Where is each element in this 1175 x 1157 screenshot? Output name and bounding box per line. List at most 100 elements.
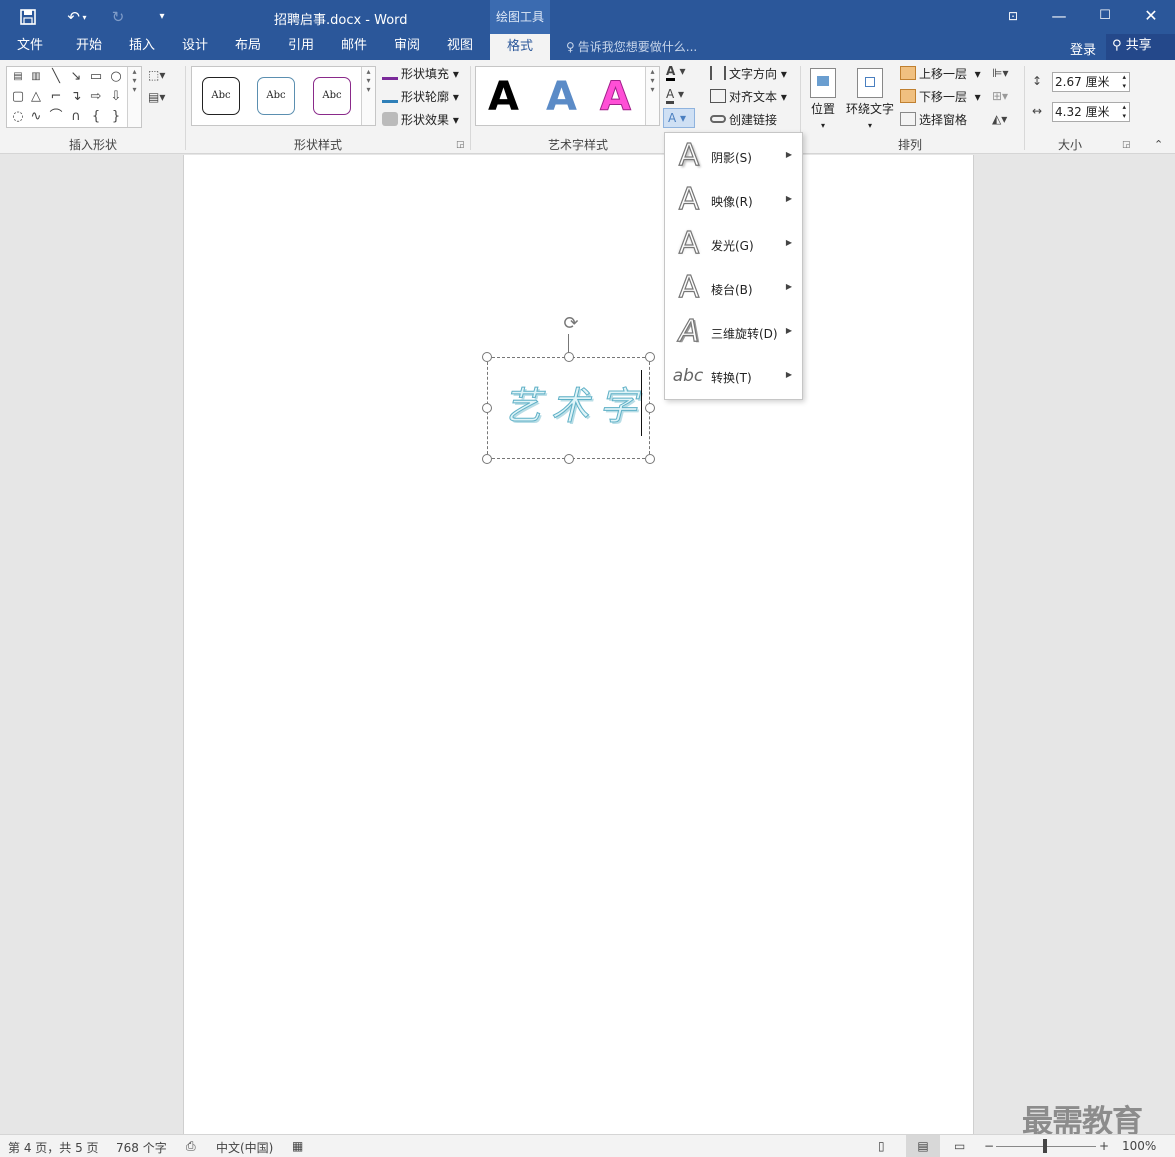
- wordart-styles-scroll[interactable]: ▴ ▾ ▾: [645, 67, 659, 125]
- oval-shape-icon[interactable]: ○: [107, 68, 125, 86]
- tab-layout[interactable]: 布局: [224, 34, 272, 60]
- maximize-icon[interactable]: ☐: [1082, 0, 1128, 34]
- close-icon[interactable]: ✕: [1128, 0, 1174, 34]
- resize-handle-top-right[interactable]: [645, 352, 655, 362]
- tab-references[interactable]: 引用: [276, 34, 326, 60]
- shape-height-input[interactable]: 2.67 厘米 ▴ ▾: [1052, 72, 1130, 92]
- scribble-shape-icon[interactable]: ∿: [27, 108, 45, 126]
- position-button[interactable]: 位置 ▾: [806, 68, 840, 131]
- zoom-out-icon[interactable]: −: [984, 1139, 994, 1153]
- wordart-styles-gallery[interactable]: A A A ▴ ▾ ▾: [475, 66, 660, 126]
- vertical-textbox-shape-icon[interactable]: ▥: [27, 68, 45, 86]
- undo-icon[interactable]: ↶ ▾: [60, 6, 94, 28]
- zoom-in-icon[interactable]: +: [1099, 1139, 1109, 1153]
- draw-textbox-icon[interactable]: ▤▾: [148, 90, 165, 104]
- redo-icon[interactable]: ↻: [108, 6, 128, 28]
- collapse-ribbon-icon[interactable]: ⌃: [1154, 138, 1163, 151]
- menu-item-bevel[interactable]: A 棱台(B) ▶: [665, 267, 802, 311]
- shape-width-input[interactable]: 4.32 厘米 ▴ ▾: [1052, 102, 1130, 122]
- document-page[interactable]: [183, 155, 974, 1134]
- text-effects-icon[interactable]: A ▾: [663, 108, 695, 128]
- elbow-arrow-shape-icon[interactable]: ↴: [67, 88, 85, 106]
- word-count[interactable]: 768 个字: [116, 1139, 167, 1156]
- resize-handle-bottom[interactable]: [564, 454, 574, 464]
- tab-review[interactable]: 审阅: [382, 34, 432, 60]
- elbow-connector-shape-icon[interactable]: ⌐: [47, 88, 65, 106]
- wordart-text[interactable]: 艺术字: [502, 375, 647, 430]
- edit-shape-icon[interactable]: ⬚▾: [148, 68, 165, 82]
- share-button[interactable]: ⚲ 共享: [1106, 34, 1175, 60]
- tell-me-box[interactable]: ♀ 告诉我您想要做什么...: [566, 38, 697, 58]
- curve-shape-icon[interactable]: ∩: [67, 108, 85, 126]
- wordart-style-black[interactable]: A: [488, 75, 519, 119]
- send-backward-button[interactable]: 下移一层 ▾: [900, 87, 981, 107]
- textbox-shape-icon[interactable]: ▤: [9, 68, 27, 86]
- shape-style-purple[interactable]: Abc: [313, 77, 351, 115]
- menu-item-glow[interactable]: A 发光(G) ▶: [665, 223, 802, 267]
- save-icon[interactable]: [18, 6, 38, 28]
- wordart-style-pink[interactable]: A: [600, 75, 632, 120]
- rectangle-shape-icon[interactable]: ▭: [87, 68, 105, 86]
- shape-outline-button[interactable]: 形状轮廓 ▾: [382, 87, 459, 107]
- print-layout-icon[interactable]: ▤: [906, 1135, 940, 1157]
- tab-insert[interactable]: 插入: [118, 34, 166, 60]
- size-launcher-icon[interactable]: ◲: [1122, 140, 1131, 150]
- shape-styles-launcher-icon[interactable]: ◲: [456, 140, 465, 150]
- shapes-gallery-scroll[interactable]: ▴ ▾ ▾: [127, 67, 141, 127]
- rotate-handle-icon[interactable]: ⟳: [560, 313, 582, 335]
- text-fill-icon[interactable]: A ▾: [666, 64, 686, 81]
- language[interactable]: 中文(中国): [216, 1139, 273, 1156]
- resize-handle-top-left[interactable]: [482, 352, 492, 362]
- resize-handle-top[interactable]: [564, 352, 574, 362]
- tab-home[interactable]: 开始: [64, 34, 114, 60]
- height-spinner-icon[interactable]: ▴ ▾: [1122, 73, 1126, 91]
- shape-style-black[interactable]: Abc: [202, 77, 240, 115]
- tab-view[interactable]: 视图: [436, 34, 484, 60]
- right-arrow-shape-icon[interactable]: ⇨: [87, 88, 105, 106]
- group-objects-icon[interactable]: ⊞▾: [992, 89, 1008, 103]
- align-text-button[interactable]: 对齐文本 ▾: [710, 87, 787, 107]
- left-brace-shape-icon[interactable]: {: [87, 108, 105, 126]
- tab-format[interactable]: 格式: [490, 34, 550, 60]
- shape-fill-button[interactable]: 形状填充 ▾: [382, 64, 459, 84]
- resize-handle-left[interactable]: [482, 403, 492, 413]
- freeform-shape-icon[interactable]: ◌: [9, 108, 27, 126]
- triangle-shape-icon[interactable]: △: [27, 88, 45, 106]
- tab-mailings[interactable]: 邮件: [330, 34, 378, 60]
- down-arrow-shape-icon[interactable]: ⇩: [107, 88, 125, 106]
- menu-item-transform[interactable]: abc 转换(T) ▶: [665, 355, 802, 399]
- shapes-gallery[interactable]: ▤ ▥ ╲ ↘ ▭ ○ ▢ △ ⌐ ↴ ⇨ ⇩ ◌ ∿ ⌒ ∩ { } ▴ ▾ ▾: [6, 66, 142, 128]
- create-link-button[interactable]: 创建链接: [710, 110, 777, 130]
- web-layout-icon[interactable]: ▭: [954, 1139, 965, 1153]
- shape-styles-gallery[interactable]: Abc Abc Abc ▴ ▾ ▾: [191, 66, 376, 126]
- resize-handle-bottom-left[interactable]: [482, 454, 492, 464]
- rotate-objects-icon[interactable]: ◭▾: [992, 112, 1007, 126]
- tab-file[interactable]: 文件: [6, 34, 54, 60]
- right-brace-shape-icon[interactable]: }: [107, 108, 125, 126]
- wordart-style-blue[interactable]: A: [546, 75, 577, 119]
- minimize-icon[interactable]: —: [1036, 0, 1082, 34]
- shape-styles-scroll[interactable]: ▴ ▾ ▾: [361, 67, 375, 125]
- login-button[interactable]: 登录: [1070, 39, 1096, 58]
- menu-item-shadow[interactable]: A 阴影(S) ▶: [665, 135, 802, 179]
- width-spinner-icon[interactable]: ▴ ▾: [1122, 103, 1126, 121]
- bring-forward-button[interactable]: 上移一层 ▾: [900, 64, 981, 84]
- align-objects-icon[interactable]: ⊫▾: [992, 66, 1008, 80]
- line-shape-icon[interactable]: ╲: [47, 68, 65, 86]
- text-outline-icon[interactable]: A ▾: [666, 87, 684, 104]
- arrow-line-shape-icon[interactable]: ↘: [67, 68, 85, 86]
- selection-pane-button[interactable]: 选择窗格: [900, 110, 967, 130]
- ribbon-display-options-icon[interactable]: ⊡: [990, 0, 1036, 34]
- shape-style-blue[interactable]: Abc: [257, 77, 295, 115]
- tab-design[interactable]: 设计: [170, 34, 220, 60]
- menu-item-3d-rotation[interactable]: A 三维旋转(D) ▶: [665, 311, 802, 355]
- page-count[interactable]: 第 4 页，共 5 页: [8, 1139, 99, 1156]
- customize-qat-icon[interactable]: ▾: [154, 6, 170, 28]
- wrap-text-button[interactable]: 环绕文字 ▾: [844, 68, 896, 131]
- shape-effects-button[interactable]: 形状效果 ▾: [382, 110, 459, 130]
- rounded-rectangle-shape-icon[interactable]: ▢: [9, 88, 27, 106]
- zoom-slider-thumb[interactable]: [1043, 1139, 1047, 1153]
- arc-shape-icon[interactable]: ⌒: [47, 108, 65, 126]
- zoom-level[interactable]: 100%: [1122, 1139, 1156, 1153]
- menu-item-reflection[interactable]: A 映像(R) ▶: [665, 179, 802, 223]
